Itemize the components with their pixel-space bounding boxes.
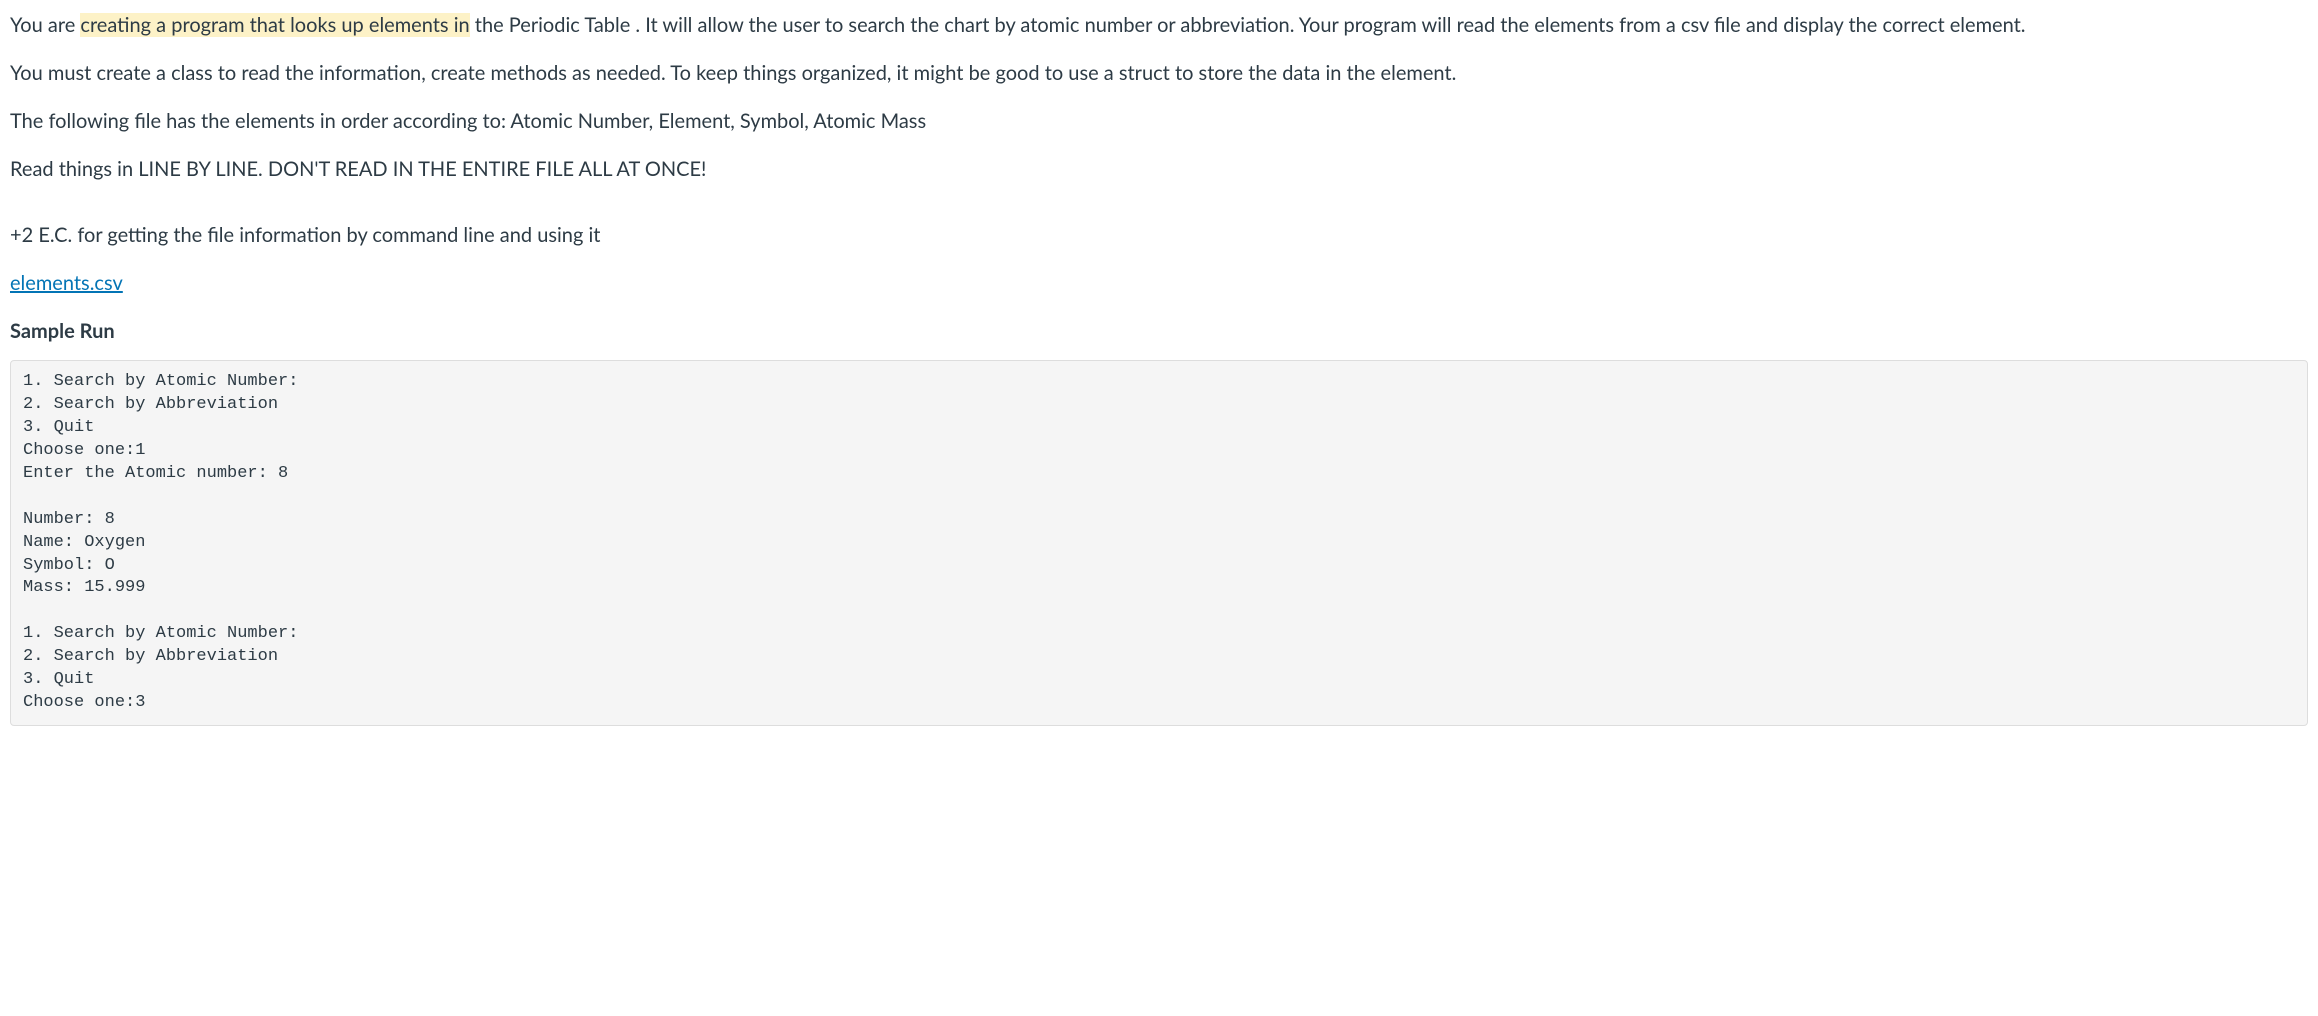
file-link-paragraph: elements.csv xyxy=(10,268,2308,298)
sample-run-output: 1. Search by Atomic Number: 2. Search by… xyxy=(10,360,2308,726)
elements-csv-link[interactable]: elements.csv xyxy=(10,271,123,295)
extra-credit-paragraph: +2 E.C. for getting the file information… xyxy=(10,220,2308,250)
line-by-line-paragraph: Read things in LINE BY LINE. DON'T READ … xyxy=(10,154,2308,184)
intro-post: the Periodic Table . It will allow the u… xyxy=(470,13,2026,37)
sample-run-heading: Sample Run xyxy=(10,316,2308,346)
class-instruction-paragraph: You must create a class to read the info… xyxy=(10,58,2308,88)
intro-paragraph-1: You are creating a program that looks up… xyxy=(10,10,2308,40)
file-order-paragraph: The following file has the elements in o… xyxy=(10,106,2308,136)
intro-pre: You are xyxy=(10,13,80,37)
intro-highlight: creating a program that looks up element… xyxy=(80,13,469,37)
